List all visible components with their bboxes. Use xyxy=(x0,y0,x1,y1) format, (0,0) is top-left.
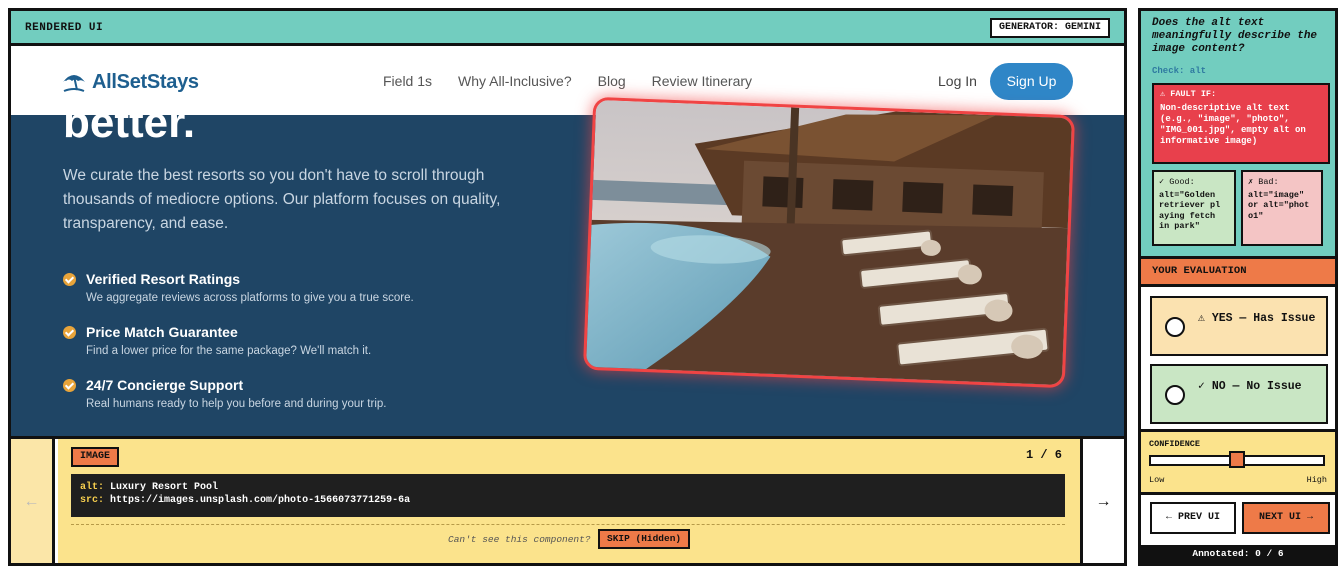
divider xyxy=(71,524,1065,525)
next-component-button[interactable]: → xyxy=(1080,439,1124,563)
generator-badge: GENERATOR: GEMINI xyxy=(989,18,1110,38)
component-counter: 1 / 6 xyxy=(1025,448,1062,462)
question-box: Does the alt text meaningfully describe … xyxy=(1141,11,1335,256)
login-link[interactable]: Log In xyxy=(938,73,977,89)
next-ui-button[interactable]: NEXT UI → xyxy=(1242,502,1330,534)
radio-yes[interactable] xyxy=(1165,317,1185,337)
radio-no[interactable] xyxy=(1165,385,1185,405)
option-yes-has-issue[interactable]: ⚠ YES — Has Issue xyxy=(1150,296,1328,356)
feature-title: 24/7 Concierge Support xyxy=(86,377,244,393)
feature-description: Find a lower price for the same package?… xyxy=(86,345,372,357)
cant-see-label: Can't see this component? xyxy=(448,534,591,545)
check-circle-icon xyxy=(63,273,76,286)
fault-body: Non-descriptive alt text (e.g., "image",… xyxy=(1160,103,1306,146)
bad-example-box: ✗ Bad: alt="image" or alt="phot o1" xyxy=(1241,170,1323,246)
good-example-box: ✓ Good: alt="Golden retriever pl aying f… xyxy=(1152,170,1236,246)
nav-item-field[interactable]: Field 1s xyxy=(383,73,432,89)
question-text: Does the alt text meaningfully describe … xyxy=(1152,17,1318,55)
hero-section: better. We curate the best resorts so yo… xyxy=(11,99,1124,436)
site-logo[interactable]: AllSetStays xyxy=(61,70,199,94)
check-label: Check: alt xyxy=(1152,66,1207,76)
evaluation-panel: Does the alt text meaningfully describe … xyxy=(1138,8,1338,566)
check-circle-icon xyxy=(63,326,76,339)
check-circle-icon xyxy=(63,379,76,392)
component-inspector: ← IMAGE 1 / 6 alt: Luxury Resort Pool sr… xyxy=(11,436,1124,563)
resort-pool-illustration xyxy=(586,99,1072,386)
confidence-low-label: Low xyxy=(1149,475,1165,485)
feature-title: Price Match Guarantee xyxy=(86,324,238,340)
src-value: https://images.unsplash.com/photo-156607… xyxy=(110,495,411,506)
evaluation-options: ⚠ YES — Has Issue ✓ NO — No Issue xyxy=(1141,287,1335,429)
confidence-label: CONFIDENCE xyxy=(1149,439,1201,449)
skip-hidden-button[interactable]: SKIP (Hidden) xyxy=(598,529,691,549)
confidence-section: CONFIDENCE Low High xyxy=(1141,432,1335,492)
annotated-counter: Annotated: 0 / 6 xyxy=(1141,547,1335,563)
rendered-ui-topbar: RENDERED UI GENERATOR: GEMINI xyxy=(11,11,1124,46)
site-nav: Field 1s Why All-Inclusive? Blog Review … xyxy=(383,73,778,89)
option-no-issue[interactable]: ✓ NO — No Issue xyxy=(1150,364,1328,424)
ui-navigation: ← PREV UI NEXT UI → xyxy=(1141,495,1335,545)
option-yes-label: ⚠ YES — Has Issue xyxy=(1198,312,1316,325)
fault-condition-box: ⚠ FAULT IF: Non-descriptive alt text (e.… xyxy=(1152,83,1330,164)
good-body: alt="Golden retriever pl aying fetch in … xyxy=(1159,189,1221,232)
prev-ui-button[interactable]: ← PREV UI xyxy=(1150,502,1236,534)
inspector-panel: IMAGE 1 / 6 alt: Luxury Resort Pool src:… xyxy=(58,439,1080,563)
rendered-ui-title: RENDERED UI xyxy=(25,22,104,34)
fault-header: ⚠ FAULT IF: xyxy=(1160,89,1217,99)
good-header: ✓ Good: xyxy=(1159,177,1195,187)
evaluation-header: YOUR EVALUATION xyxy=(1141,259,1335,284)
site-logo-text: AllSetStays xyxy=(92,70,199,93)
nav-item-why-all-inclusive[interactable]: Why All-Inclusive? xyxy=(458,73,572,89)
feature-title: Verified Resort Ratings xyxy=(86,271,241,287)
rendered-ui-frame: RENDERED UI GENERATOR: GEMINI AllSetStay… xyxy=(8,8,1127,566)
bad-header: ✗ Bad: xyxy=(1248,177,1279,187)
hero-title: better. xyxy=(63,98,196,147)
confidence-high-label: High xyxy=(1306,475,1327,485)
alt-value: Luxury Resort Pool xyxy=(110,482,219,493)
alt-key: alt: xyxy=(80,482,105,493)
src-key: src: xyxy=(80,495,105,506)
bad-body: alt="image" or alt="phot o1" xyxy=(1248,189,1310,221)
option-no-label: ✓ NO — No Issue xyxy=(1198,380,1302,393)
nav-item-blog[interactable]: Blog xyxy=(598,73,626,89)
feature-description: We aggregate reviews across platforms to… xyxy=(86,292,414,304)
hero-description: We curate the best resorts so you don't … xyxy=(63,167,501,232)
resort-pool-image xyxy=(586,99,1072,386)
component-type-tag: IMAGE xyxy=(71,447,120,467)
signup-button[interactable]: Sign Up xyxy=(990,63,1073,100)
confidence-slider-thumb[interactable] xyxy=(1229,451,1245,468)
umbrella-icon xyxy=(63,75,85,92)
prev-component-button[interactable]: ← xyxy=(11,439,55,563)
nav-item-review-itinerary[interactable]: Review Itinerary xyxy=(652,73,752,89)
feature-description: Real humans ready to help you before and… xyxy=(86,398,387,410)
component-attributes: alt: Luxury Resort Pool src: https://ima… xyxy=(71,474,1065,517)
